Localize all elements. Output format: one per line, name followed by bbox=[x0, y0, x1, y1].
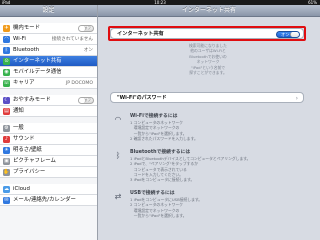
sidebar-item-label: Wi-Fi bbox=[13, 36, 26, 42]
sidebar-item-label: 一般 bbox=[13, 125, 24, 131]
sidebar-item-label: 機内モード bbox=[13, 25, 40, 31]
sidebar-item[interactable]: ◉ モバイルデータ通信 bbox=[0, 67, 97, 78]
wifi-password-label: "Wi-Fi"のパスワード bbox=[117, 95, 167, 101]
page-title: インターネット共有 bbox=[98, 5, 320, 17]
chevron-right-icon: › bbox=[295, 95, 298, 102]
toggle-switch[interactable]: オフ bbox=[78, 97, 94, 104]
sidebar-item[interactable]: ☏ キャリア JP DOCOMO bbox=[0, 78, 97, 89]
sidebar-list: ✈ 機内モード オフ ◠ Wi-Fi 接続されていません ᛒ Bluetooth オン ⊙ インター… bbox=[0, 17, 97, 206]
main-panel: インターネット共有 インターネット共有 オン 検索可能になりました 他のユーザはW… bbox=[98, 5, 320, 240]
sidebar-item-icon: ☏ bbox=[3, 80, 10, 87]
sidebar-item[interactable]: ☾ おやすみモード オフ bbox=[0, 95, 97, 106]
sidebar-item-label: メール/連絡先/カレンダー bbox=[13, 197, 76, 203]
sidebar-item-icon: ◠ bbox=[3, 36, 10, 43]
sidebar-title: 設定 bbox=[0, 5, 97, 17]
sidebar-item[interactable]: ▣ ピクチャフレーム bbox=[0, 156, 97, 167]
sidebar-item[interactable]: ▤ 通知 bbox=[0, 106, 97, 117]
hotspot-label: インターネット共有 bbox=[117, 31, 164, 37]
sidebar-item-icon: ✉ bbox=[3, 197, 10, 204]
bluetooth-icon: ᛒ bbox=[115, 151, 121, 160]
sidebar-item-label: 通知 bbox=[13, 108, 24, 114]
sidebar-item-icon: ᛒ bbox=[3, 47, 10, 54]
section-title: Wi-Fiで接続するには bbox=[130, 114, 178, 119]
sidebar-item-label: Bluetooth bbox=[13, 47, 40, 53]
sidebar-item-icon: ✋ bbox=[3, 169, 10, 176]
sidebar-item[interactable]: ✉ メール/連絡先/カレンダー bbox=[0, 195, 97, 206]
sidebar-item[interactable]: ☁ iCloud bbox=[0, 184, 97, 195]
sidebar-item-label: サウンド bbox=[13, 136, 35, 142]
hotspot-toggle[interactable]: オン bbox=[276, 31, 300, 38]
settings-sidebar: 設定 ✈ 機内モード オフ ◠ Wi-Fi 接続されていません ᛒ Bluetooth オン ⊙ イ… bbox=[0, 5, 98, 240]
sidebar-item-value: オン bbox=[83, 48, 93, 53]
toggle-switch[interactable]: オフ bbox=[78, 25, 94, 32]
sidebar-item-label: iCloud bbox=[13, 186, 30, 192]
sidebar-item[interactable]: ✋ プライバシー bbox=[0, 167, 97, 178]
sidebar-item[interactable]: ◠ Wi-Fi 接続されていません bbox=[0, 34, 97, 45]
sidebar-item-label: 明るさ/壁紙 bbox=[13, 147, 42, 153]
sidebar-item-label: おやすみモード bbox=[13, 97, 51, 103]
hotspot-row[interactable]: インターネット共有 オン bbox=[110, 28, 304, 39]
sidebar-item-icon: ▤ bbox=[3, 108, 10, 115]
section-title: USBで接続するには bbox=[130, 191, 175, 196]
sidebar-item[interactable]: ⊙ インターネット共有 bbox=[0, 56, 97, 67]
sidebar-item-label: インターネット共有 bbox=[13, 58, 62, 64]
sidebar-item[interactable]: ☀ 明るさ/壁紙 bbox=[0, 145, 97, 156]
sidebar-item-label: プライバシー bbox=[13, 169, 46, 175]
sidebar-item-icon: ☾ bbox=[3, 97, 10, 104]
sidebar-item[interactable]: ✈ 機内モード オフ bbox=[0, 23, 97, 34]
sidebar-item-icon: ◉ bbox=[3, 69, 10, 76]
sidebar-item-icon: ▣ bbox=[3, 158, 10, 165]
sidebar-item-icon: ☀ bbox=[3, 147, 10, 154]
instruction-line: 3 iPadをコンピュータに接続します。 bbox=[130, 177, 195, 183]
sidebar-item-icon: ♪ bbox=[3, 136, 10, 143]
wifi-icon: ◠ bbox=[114, 115, 122, 124]
description-line: 探すことができます。 bbox=[189, 70, 227, 76]
sidebar-item-value: 接続されていません bbox=[51, 37, 93, 42]
sidebar-item-label: ピクチャフレーム bbox=[13, 158, 56, 164]
usb-icon: ⇄ bbox=[114, 192, 122, 201]
sidebar-item-icon: ✈ bbox=[3, 25, 10, 32]
sidebar-item[interactable]: ♪ サウンド bbox=[0, 134, 97, 145]
instruction-line: 一覧から"iPad"を選択します。 bbox=[130, 212, 187, 218]
sidebar-item[interactable]: ⚙ 一般 bbox=[0, 123, 97, 134]
section-title: Bluetoothで接続するには bbox=[130, 150, 191, 155]
sidebar-item-label: モバイルデータ通信 bbox=[13, 69, 62, 75]
wifi-password-row[interactable]: "Wi-Fi"のパスワード › bbox=[110, 92, 304, 103]
sidebar-item-icon: ☁ bbox=[3, 186, 10, 193]
sidebar-item-value: JP DOCOMO bbox=[65, 81, 93, 86]
instruction-line: 2 確認されたパスワードを入力します。 bbox=[130, 135, 198, 141]
hotspot-description: 検索可能になりました 他のユーザはWi-Fiと Bluetoothでお使いの ネットワ… bbox=[158, 43, 258, 75]
sidebar-item-label: キャリア bbox=[13, 80, 35, 86]
sidebar-item-icon: ⚙ bbox=[3, 125, 10, 132]
sidebar-item-icon: ⊙ bbox=[3, 58, 10, 65]
sidebar-item[interactable]: ᛒ Bluetooth オン bbox=[0, 45, 97, 56]
